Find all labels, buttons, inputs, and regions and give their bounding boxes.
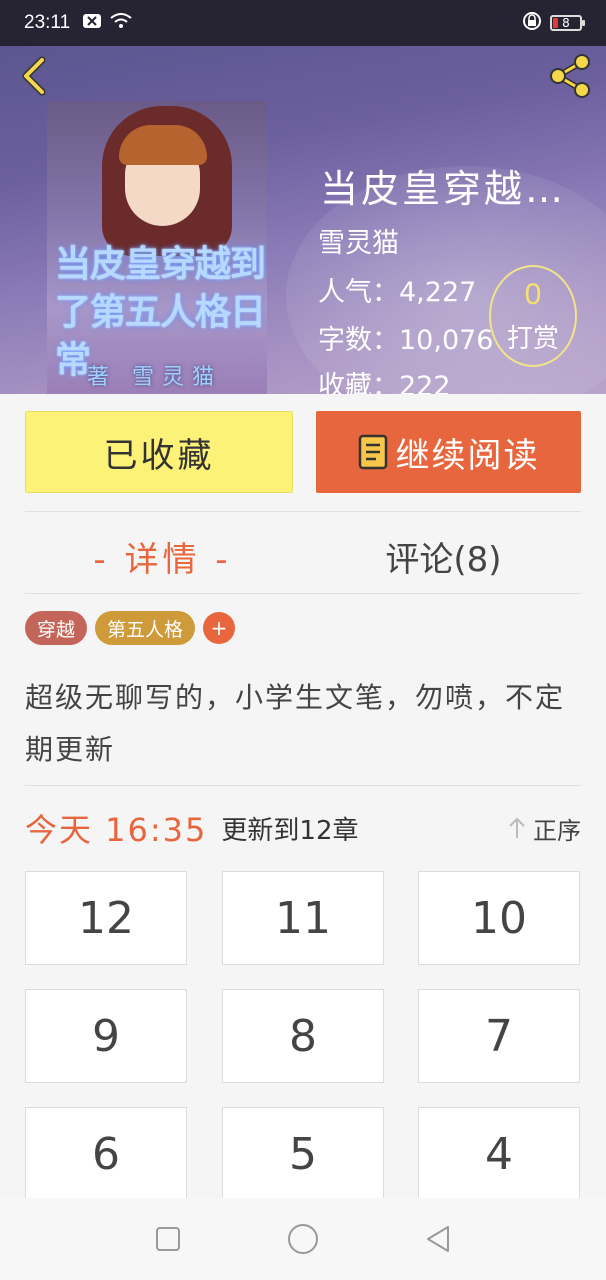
tab-comments[interactable]: 评论(8) [306, 528, 581, 584]
popularity-label: 人气： [318, 277, 399, 308]
chapter-item[interactable]: 10 [418, 871, 580, 965]
favorites-stat: 收藏：222 [318, 364, 451, 394]
triangle-back-icon[interactable] [420, 1221, 456, 1257]
tip-label: 打赏 [506, 323, 559, 354]
word-count-stat: 字数：10,076 [318, 318, 493, 357]
cover-art-hair [119, 125, 207, 165]
update-text: 更新到12章 [221, 815, 359, 846]
word-count-label: 字数： [318, 325, 399, 356]
back-button[interactable] [16, 54, 52, 98]
sort-label: 正序 [533, 816, 581, 845]
wifi-icon [110, 12, 132, 34]
chapter-item[interactable]: 6 [25, 1107, 187, 1201]
continue-reading-label: 继续阅读 [395, 435, 540, 476]
tab-details[interactable]: - 详情 - [25, 528, 300, 584]
continue-reading-button[interactable]: 继续阅读 [316, 411, 581, 493]
chapter-item[interactable]: 11 [222, 871, 384, 965]
action-buttons: 已收藏 继续阅读 [25, 410, 581, 494]
divider [25, 593, 581, 594]
status-bar: 23:11 8 [0, 0, 606, 46]
sort-button[interactable]: 正序 [507, 811, 581, 846]
battery-icon: 8 [550, 15, 585, 31]
tag-list: 穿越 第五人格 + [25, 611, 236, 645]
favorites-value: 222 [399, 371, 451, 394]
system-navigation-bar [0, 1198, 606, 1280]
book-description: 超级无聊写的，小学生文笔，勿喷，不定期更新 [25, 681, 566, 766]
share-icon [550, 54, 590, 98]
circle-icon[interactable] [285, 1221, 321, 1257]
book-header: 当皮皇穿越到了第五人格日常 著 雪灵猫 当皮皇穿越… 雪灵猫 人气：4,227 … [0, 46, 606, 394]
tag-chip[interactable]: 穿越 [25, 611, 88, 645]
divider [25, 511, 581, 512]
popularity-stat: 人气：4,227 [318, 270, 476, 309]
notification-icon [82, 12, 102, 34]
favorites-label: 收藏： [318, 371, 399, 394]
chapter-item[interactable]: 12 [25, 871, 187, 965]
popularity-value: 4,227 [399, 277, 477, 308]
arrow-up-icon [509, 817, 525, 838]
update-info: 今天 16:35 更新到12章 正序 [25, 806, 581, 850]
add-tag-button[interactable]: + [203, 612, 236, 644]
tip-button[interactable]: 0 打赏 [489, 265, 577, 367]
divider [25, 785, 581, 786]
chapter-item[interactable]: 7 [418, 989, 580, 1083]
tip-count: 0 [524, 277, 542, 311]
tag-chip[interactable]: 第五人格 [95, 611, 196, 645]
square-icon[interactable] [150, 1221, 186, 1257]
update-time: 今天 16:35 [25, 811, 208, 849]
book-author[interactable]: 雪灵猫 [318, 221, 399, 260]
book-title: 当皮皇穿越… [320, 167, 567, 211]
cover-author: 著 雪灵猫 [87, 365, 222, 390]
word-count-value: 10,076 [399, 325, 494, 356]
lock-rotation-icon [522, 11, 542, 36]
book-icon [358, 434, 387, 470]
chapter-item[interactable]: 8 [222, 989, 384, 1083]
status-time: 23:11 [24, 12, 71, 33]
collected-button[interactable]: 已收藏 [25, 411, 293, 493]
chapter-item[interactable]: 5 [222, 1107, 384, 1201]
chapter-item[interactable]: 4 [418, 1107, 580, 1201]
book-cover[interactable]: 当皮皇穿越到了第五人格日常 著 雪灵猫 [47, 101, 267, 394]
share-button[interactable] [546, 54, 594, 98]
chapter-item[interactable]: 9 [25, 989, 187, 1083]
chevron-left-icon [22, 56, 46, 96]
battery-level: 8 [562, 16, 570, 30]
